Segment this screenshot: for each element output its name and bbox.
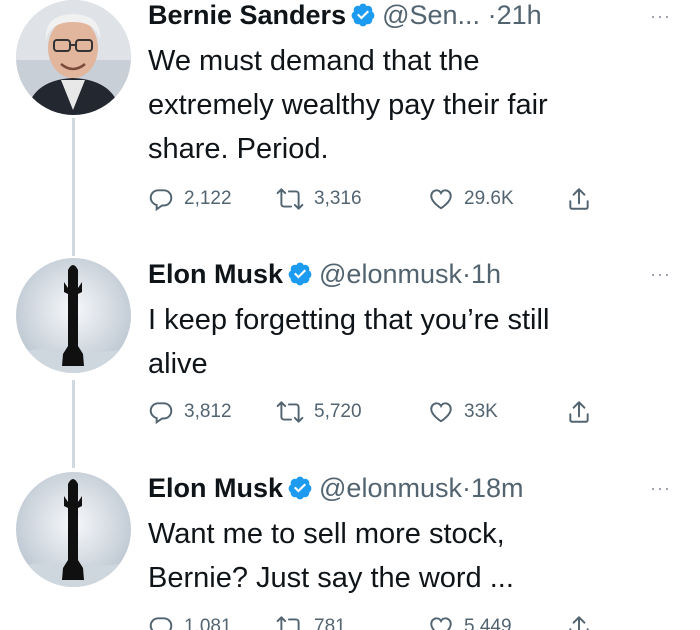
tweet-actions: 1,081 781 5,449 bbox=[148, 612, 608, 630]
like-button[interactable]: 33K bbox=[428, 397, 498, 427]
tweet-text: Want me to sell more stock, Bernie? Just… bbox=[148, 512, 688, 600]
tweet-elon-2[interactable]: Elon Musk @elonmusk·18m ··· Want me to se… bbox=[0, 472, 700, 630]
like-button[interactable]: 5,449 bbox=[428, 612, 512, 630]
timestamp[interactable]: 18m bbox=[471, 473, 524, 503]
retweet-button[interactable]: 3,316 bbox=[276, 184, 362, 214]
user-handle[interactable]: @elonmusk bbox=[319, 473, 462, 503]
like-count: 29.6K bbox=[464, 188, 514, 209]
display-name[interactable]: Elon Musk bbox=[148, 259, 283, 289]
tweet-text: I keep forgetting that you’re still aliv… bbox=[148, 298, 688, 386]
like-icon bbox=[430, 189, 452, 210]
share-icon bbox=[569, 401, 589, 423]
like-icon bbox=[430, 402, 452, 423]
like-icon bbox=[430, 617, 452, 630]
tweet-header: Bernie Sanders @Sen... ·21h bbox=[148, 0, 542, 33]
reply-icon bbox=[149, 402, 173, 425]
tweet-actions: 3,812 5,720 33K bbox=[148, 397, 608, 427]
retweet-count: 5,720 bbox=[314, 401, 362, 422]
separator-dot: · bbox=[487, 0, 497, 30]
retweet-count: 3,316 bbox=[314, 188, 362, 209]
tweet-actions: 2,122 3,316 29.6K bbox=[148, 184, 608, 214]
timestamp[interactable]: 1h bbox=[471, 259, 501, 289]
tweet-text-line: share. Period. bbox=[148, 133, 329, 165]
display-name[interactable]: Bernie Sanders bbox=[148, 0, 346, 30]
reply-icon bbox=[149, 189, 173, 212]
more-icon[interactable]: ··· bbox=[650, 478, 671, 499]
retweet-icon bbox=[276, 616, 300, 630]
like-count: 5,449 bbox=[464, 616, 512, 630]
avatar-elon[interactable] bbox=[16, 472, 131, 587]
verified-badge-icon bbox=[351, 3, 375, 27]
tweet-text-line: We must demand that the bbox=[148, 45, 480, 77]
share-button[interactable] bbox=[566, 184, 602, 214]
user-handle[interactable]: @Sen... bbox=[382, 0, 480, 30]
more-icon[interactable]: ··· bbox=[650, 264, 671, 285]
share-button[interactable] bbox=[566, 397, 602, 427]
tweet-text-line: Bernie? Just say the word ... bbox=[148, 562, 514, 594]
reply-icon bbox=[149, 617, 173, 630]
like-button[interactable]: 29.6K bbox=[428, 184, 514, 214]
separator-dot: · bbox=[461, 473, 471, 503]
share-icon bbox=[569, 616, 589, 630]
tweet-text-line: Want me to sell more stock, bbox=[148, 518, 505, 550]
verified-badge-icon bbox=[288, 262, 312, 286]
tweet-elon-1[interactable]: Elon Musk @elonmusk·1h ··· I keep forgett… bbox=[0, 258, 700, 448]
retweet-icon bbox=[276, 188, 304, 210]
share-icon bbox=[569, 188, 589, 210]
avatar-elon[interactable] bbox=[16, 258, 131, 373]
tweet-header: Elon Musk @elonmusk·18m bbox=[148, 472, 524, 506]
like-count: 33K bbox=[464, 401, 498, 422]
avatar-bernie[interactable] bbox=[16, 0, 131, 115]
tweet-text-line: I keep forgetting that you’re still bbox=[148, 304, 550, 336]
tweet-header: Elon Musk @elonmusk·1h bbox=[148, 258, 501, 292]
reply-button[interactable]: 2,122 bbox=[148, 184, 232, 214]
display-name[interactable]: Elon Musk bbox=[148, 473, 283, 503]
verified-badge-icon bbox=[288, 476, 312, 500]
separator-dot: · bbox=[461, 259, 471, 289]
bernie-photo bbox=[16, 0, 131, 115]
starship-photo bbox=[16, 472, 131, 587]
share-button[interactable] bbox=[566, 612, 602, 630]
retweet-button[interactable]: 781 bbox=[276, 612, 346, 630]
tweet-text: We must demand that the extremely wealth… bbox=[148, 39, 688, 171]
retweet-button[interactable]: 5,720 bbox=[276, 397, 362, 427]
retweet-count: 781 bbox=[314, 616, 346, 630]
tweet-text-line: alive bbox=[148, 348, 208, 380]
tweet-bernie[interactable]: Bernie Sanders @Sen... ·21h ··· We must d… bbox=[0, 0, 700, 230]
retweet-icon bbox=[276, 401, 304, 423]
more-icon[interactable]: ··· bbox=[650, 6, 671, 27]
timestamp[interactable]: 21h bbox=[497, 0, 542, 30]
tweet-text-line: extremely wealthy pay their fair bbox=[148, 89, 548, 121]
reply-count: 3,812 bbox=[184, 401, 232, 422]
starship-photo bbox=[16, 258, 131, 373]
reply-count: 2,122 bbox=[184, 188, 232, 209]
reply-count: 1,081 bbox=[184, 616, 232, 630]
user-handle[interactable]: @elonmusk bbox=[319, 259, 462, 289]
reply-button[interactable]: 1,081 bbox=[148, 612, 232, 630]
reply-button[interactable]: 3,812 bbox=[148, 397, 232, 427]
